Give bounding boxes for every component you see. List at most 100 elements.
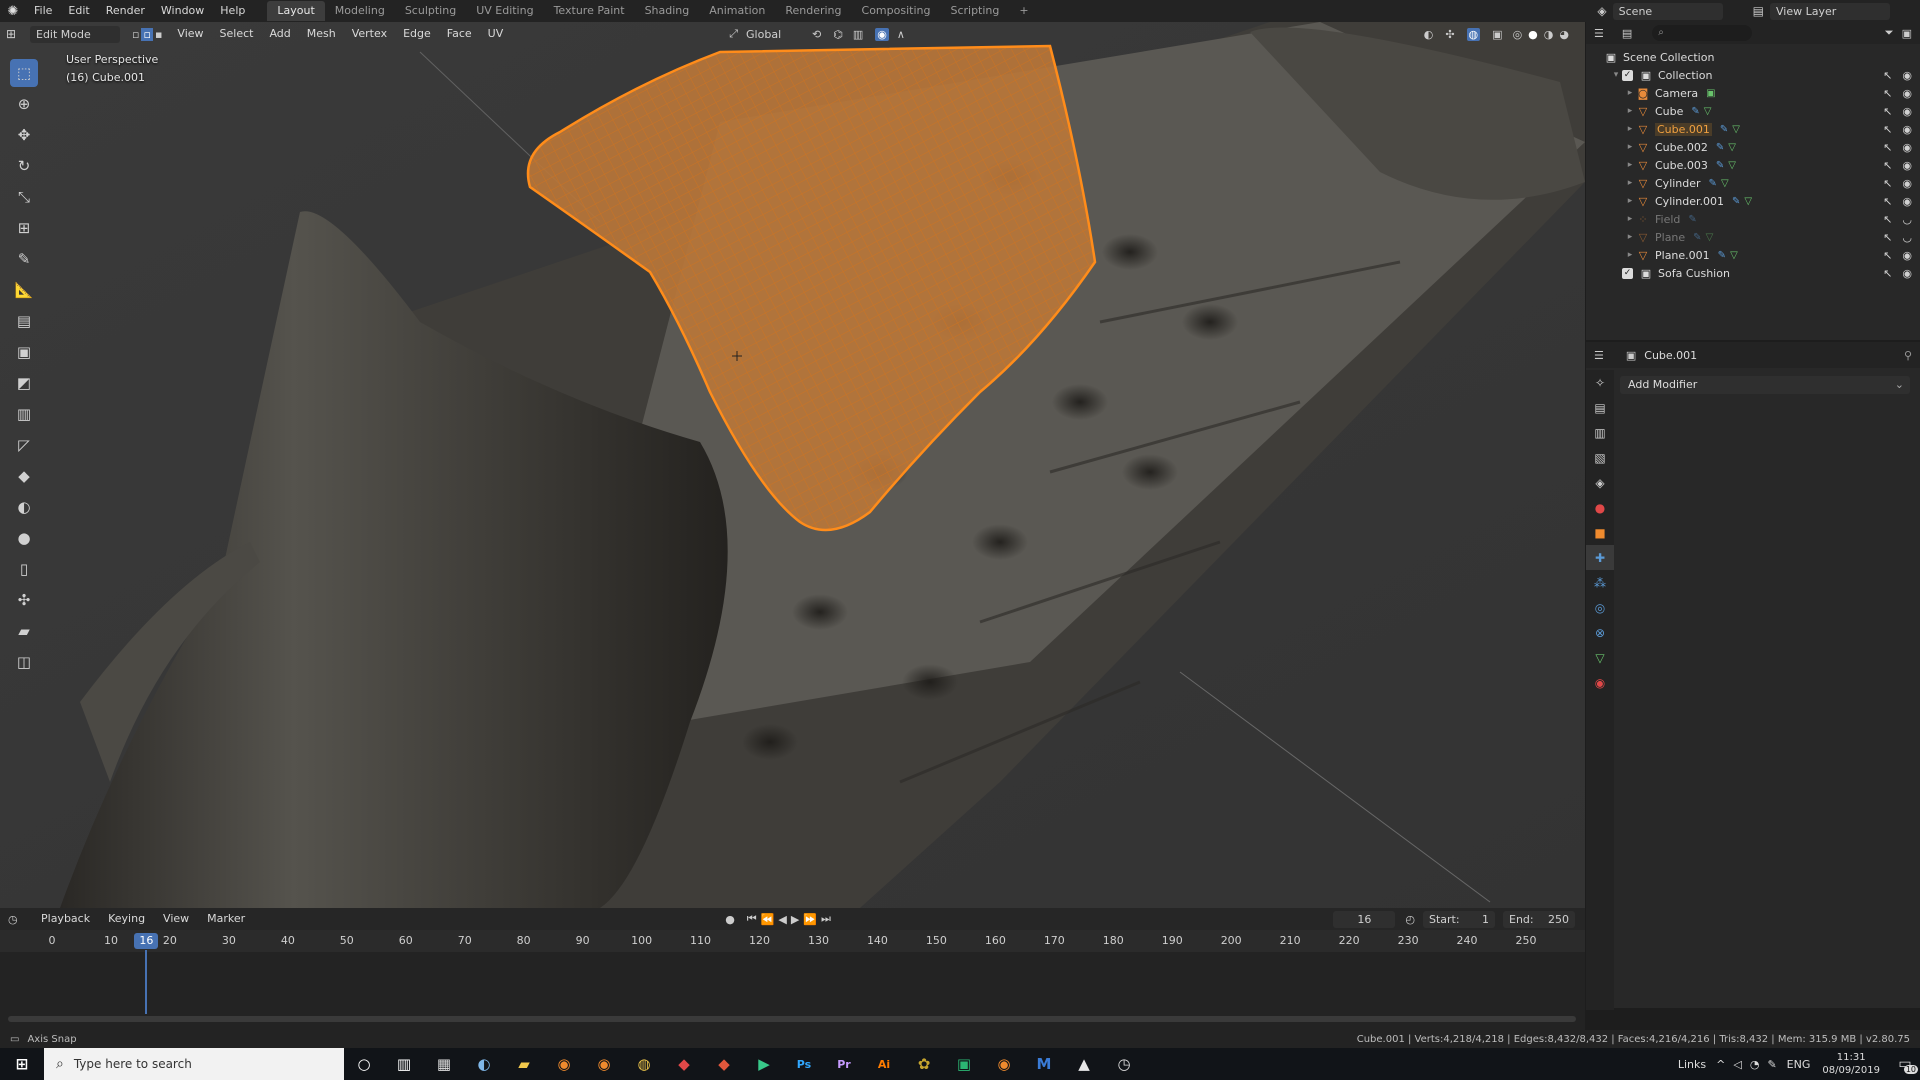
tool-tab-icon[interactable]: ✧ bbox=[1586, 370, 1614, 395]
editor-type-icon[interactable]: ⊞ bbox=[6, 27, 28, 41]
view-layer-selector[interactable]: View Layer bbox=[1770, 2, 1890, 20]
eye-icon[interactable]: ◉ bbox=[1902, 123, 1912, 136]
display-mode-icon[interactable]: ▤ bbox=[1622, 27, 1632, 40]
overlay-icon[interactable]: ◍ bbox=[1466, 27, 1481, 41]
links-toolbar[interactable]: Links bbox=[1678, 1058, 1706, 1071]
green-app-icon[interactable]: ▣ bbox=[944, 1048, 984, 1080]
material-shading-icon[interactable]: ◑ bbox=[1544, 28, 1554, 41]
eye-icon[interactable]: ◉ bbox=[1902, 267, 1912, 280]
shrink-fatten-tool-icon[interactable]: ✣ bbox=[10, 586, 38, 614]
task-view-icon[interactable]: ▥ bbox=[384, 1048, 424, 1080]
menu-edge[interactable]: Edge bbox=[396, 23, 438, 45]
photos-icon[interactable]: ▲ bbox=[1064, 1048, 1104, 1080]
new-collection-icon[interactable]: ▣ bbox=[1902, 27, 1912, 40]
pivot-icon[interactable]: ⟲ bbox=[812, 28, 821, 41]
blender-logo-icon[interactable]: ✺ bbox=[0, 0, 26, 22]
outliner-search-input[interactable]: ⌕ bbox=[1652, 25, 1753, 41]
bevel-tool-icon[interactable]: ◩ bbox=[10, 369, 38, 397]
menu-mesh[interactable]: Mesh bbox=[300, 23, 343, 45]
next-keyframe-icon[interactable]: ⏩ bbox=[803, 913, 817, 926]
tab-texture-paint[interactable]: Texture Paint bbox=[544, 1, 635, 21]
material-tab-icon[interactable]: ◉ bbox=[1586, 670, 1614, 695]
expand-icon[interactable]: ▸ bbox=[1624, 106, 1636, 116]
outliner-item[interactable]: ▸ ▽ Cylinder ✎ ▽ ↖ ◉ bbox=[1586, 174, 1920, 192]
outliner-item[interactable]: ▸ ▽ Plane ✎ ▽ ↖ ◡ bbox=[1586, 228, 1920, 246]
jump-end-icon[interactable]: ⏭ bbox=[821, 912, 831, 926]
current-frame-indicator[interactable]: 16 bbox=[134, 933, 159, 949]
select-icon[interactable]: ↖ bbox=[1883, 213, 1892, 226]
menu-playback[interactable]: Playback bbox=[34, 908, 97, 930]
playhead[interactable] bbox=[145, 950, 148, 1014]
notification-icon[interactable]: ▭ 10 bbox=[1890, 1056, 1920, 1074]
eye-icon[interactable]: ◉ bbox=[1902, 141, 1912, 154]
jump-start-icon[interactable]: ⏮ bbox=[747, 912, 757, 926]
expand-icon[interactable]: ▸ bbox=[1624, 250, 1636, 260]
scene-tab-icon[interactable]: ◈ bbox=[1586, 470, 1614, 495]
exclude-checkbox[interactable]: ✓ bbox=[1622, 267, 1633, 279]
eye-icon[interactable]: ◉ bbox=[1902, 159, 1912, 172]
smooth-tool-icon[interactable]: ● bbox=[10, 524, 38, 552]
gizmo-icon[interactable]: ✣ bbox=[1445, 28, 1454, 41]
play-reverse-icon[interactable]: ◀ bbox=[778, 913, 786, 926]
output-tab-icon[interactable]: ▥ bbox=[1586, 420, 1614, 445]
language-indicator[interactable]: ENG bbox=[1787, 1058, 1811, 1071]
outliner-item[interactable]: ▸ ◙ Camera ▣ ↖ ◉ bbox=[1586, 84, 1920, 102]
menu-file[interactable]: File bbox=[26, 0, 60, 22]
select-mode-edge-icon[interactable]: ▫ bbox=[141, 27, 153, 41]
3d-viewport[interactable] bbox=[0, 22, 1585, 908]
expand-icon[interactable]: ▸ bbox=[1624, 142, 1636, 152]
play-icon[interactable]: ▶ bbox=[791, 913, 799, 926]
eye-icon[interactable]: ◉ bbox=[1902, 69, 1912, 82]
menu-vertex[interactable]: Vertex bbox=[345, 23, 394, 45]
outliner-item[interactable]: ▸ ▽ Cube.001 ✎ ▽ ↖ ◉ bbox=[1586, 120, 1920, 138]
eye-icon[interactable]: ◉ bbox=[1902, 87, 1912, 100]
color-app-icon[interactable]: ✿ bbox=[904, 1048, 944, 1080]
select-icon[interactable]: ↖ bbox=[1883, 177, 1892, 190]
tab-modeling[interactable]: Modeling bbox=[325, 1, 395, 21]
move-tool-icon[interactable]: ✥ bbox=[10, 121, 38, 149]
expand-icon[interactable]: ▸ bbox=[1624, 160, 1636, 170]
volume-icon[interactable]: ◁ bbox=[1733, 1058, 1741, 1071]
snap-icon[interactable]: ⌬ bbox=[833, 28, 843, 41]
mode-selector[interactable]: Edit Mode bbox=[30, 25, 120, 43]
windows-start-icon[interactable]: ⊞ bbox=[0, 1048, 44, 1080]
outliner-scene-collection[interactable]: ▣ Scene Collection bbox=[1586, 48, 1920, 66]
menu-select[interactable]: Select bbox=[213, 23, 261, 45]
menu-edit[interactable]: Edit bbox=[60, 0, 97, 22]
scene-selector[interactable]: Scene bbox=[1612, 2, 1723, 20]
select-icon[interactable]: ↖ bbox=[1883, 267, 1892, 280]
poly-build-tool-icon[interactable]: ◆ bbox=[10, 462, 38, 490]
app-m-icon[interactable]: M bbox=[1024, 1048, 1064, 1080]
cursor-tool-icon[interactable]: ⊕ bbox=[10, 90, 38, 118]
constraints-tab-icon[interactable]: ⊗ bbox=[1586, 620, 1614, 645]
taskbar-search-input[interactable]: ⌕ Type here to search bbox=[44, 1048, 344, 1080]
menu-keying[interactable]: Keying bbox=[101, 908, 152, 930]
select-mode-face-icon[interactable]: ▪ bbox=[155, 28, 162, 41]
loop-cut-tool-icon[interactable]: ▥ bbox=[10, 400, 38, 428]
select-icon[interactable]: ↖ bbox=[1883, 195, 1892, 208]
measure-tool-icon[interactable]: 📐 bbox=[10, 276, 38, 304]
photoshop-icon[interactable]: Ps bbox=[784, 1048, 824, 1080]
outliner-item[interactable]: ▸ ▽ Cube.002 ✎ ▽ ↖ ◉ bbox=[1586, 138, 1920, 156]
timeline-scrollbar[interactable] bbox=[8, 1016, 1576, 1022]
properties-editor-icon[interactable]: ☰ bbox=[1594, 349, 1604, 362]
data-tab-icon[interactable]: ▽ bbox=[1586, 645, 1614, 670]
start-frame-field[interactable]: Start: 1 bbox=[1423, 910, 1495, 928]
outliner-item[interactable]: ▸ ▽ Cube ✎ ▽ ↖ ◉ bbox=[1586, 102, 1920, 120]
select-box-tool-icon[interactable]: ⬚ bbox=[10, 59, 38, 87]
eye-icon[interactable]: ◉ bbox=[1902, 177, 1912, 190]
visibility-icon[interactable]: ◐ bbox=[1424, 28, 1434, 41]
select-mode-vertex-icon[interactable]: ▫ bbox=[132, 28, 139, 41]
eye-icon[interactable]: ◉ bbox=[1902, 249, 1912, 262]
expand-icon[interactable]: ▸ bbox=[1624, 124, 1636, 134]
prev-keyframe-icon[interactable]: ⏪ bbox=[761, 913, 775, 926]
pen-icon[interactable]: ✎ bbox=[1767, 1058, 1776, 1071]
file-explorer-icon[interactable]: ▰ bbox=[504, 1048, 544, 1080]
falloff-icon[interactable]: ∧ bbox=[897, 28, 905, 41]
premiere-icon[interactable]: Pr bbox=[824, 1048, 864, 1080]
rip-tool-icon[interactable]: ◫ bbox=[10, 648, 38, 676]
exclude-checkbox[interactable]: ✓ bbox=[1622, 69, 1633, 81]
snap-target-icon[interactable]: ▥ bbox=[853, 28, 863, 41]
tab-scripting[interactable]: Scripting bbox=[940, 1, 1009, 21]
expand-icon[interactable]: ▸ bbox=[1624, 196, 1636, 206]
